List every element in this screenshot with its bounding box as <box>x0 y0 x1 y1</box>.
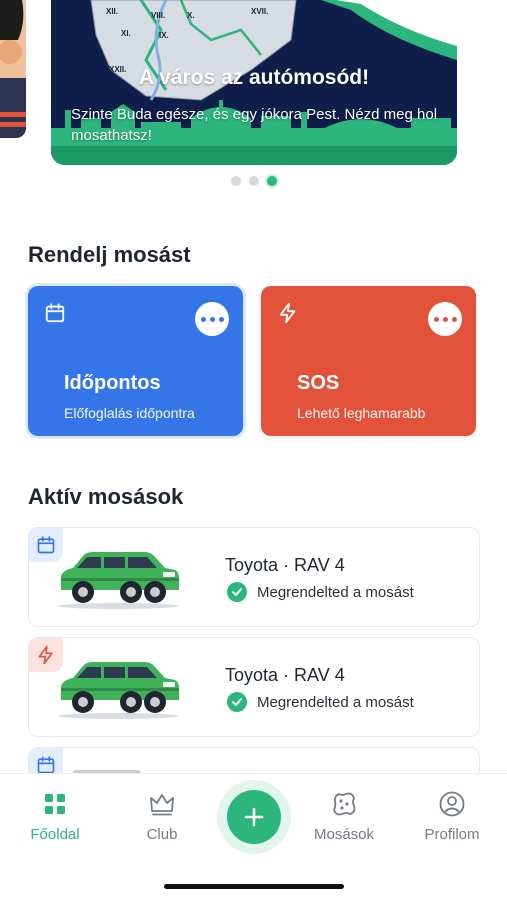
active-wash-item[interactable]: Toyota · RAV 4 Megrendelted a mosást <box>28 637 480 737</box>
calendar-icon <box>37 756 55 774</box>
scheduled-card-subtitle: Előfoglalás időpontra <box>64 405 195 421</box>
car-illustration <box>58 662 179 719</box>
nav-item-club[interactable]: Club <box>117 790 207 843</box>
check-icon <box>227 582 247 602</box>
scheduled-order-card[interactable]: Időpontos Előfoglalás időpontra <box>28 286 243 436</box>
dot-icon <box>451 316 457 322</box>
person-illustration <box>0 0 26 138</box>
promo-banner[interactable]: XII. X. XI. IX. VIII. XVII. XXII. A váro… <box>51 0 457 165</box>
carousel-dot[interactable] <box>230 176 241 186</box>
banner-title: A város az autómosód! <box>138 66 370 89</box>
car-name: Toyota · RAV 4 <box>225 665 345 685</box>
dot-icon <box>200 316 206 322</box>
dot-icon <box>218 316 224 322</box>
map-label-xi: XI. <box>121 29 131 38</box>
nav-label: Club <box>146 826 178 843</box>
nav-item-home[interactable]: Főoldal <box>10 790 100 843</box>
active-washes-heading: Aktív mosások <box>28 484 184 509</box>
dot-icon <box>442 316 448 322</box>
map-label-ix: IX. <box>159 31 169 40</box>
sponge-icon <box>333 792 356 816</box>
nav-label: Profilom <box>424 826 480 843</box>
lightning-icon <box>279 302 296 324</box>
carousel-pagination <box>0 176 507 186</box>
more-options-button[interactable] <box>428 302 462 336</box>
home-indicator <box>164 884 344 889</box>
status-text: Megrendelted a mosást <box>257 693 414 711</box>
active-wash-item[interactable]: Toyota · RAV 4 Megrendelted a mosást <box>28 527 480 627</box>
check-icon <box>227 692 247 712</box>
nav-item-profile[interactable]: Profilom <box>407 790 497 843</box>
carousel-dot[interactable] <box>248 176 259 186</box>
car-illustration <box>58 552 179 609</box>
map-label-xvii: XVII. <box>251 7 268 16</box>
sos-order-card[interactable]: SOS Lehető leghamarabb <box>261 286 476 436</box>
status-text: Megrendelted a mosást <box>257 583 414 601</box>
nav-label: Mosások <box>313 826 375 843</box>
nav-label: Főoldal <box>30 826 80 843</box>
carousel-dot-active[interactable] <box>266 176 277 186</box>
wash-status: Megrendelted a mosást <box>227 582 414 602</box>
banner-text: Szinte Buda egésze, és egy jókora Pest. … <box>71 106 438 144</box>
map-label-viii: VIII. <box>151 11 165 20</box>
dot-icon <box>433 316 439 322</box>
dot-icon <box>209 316 215 322</box>
nav-item-washes[interactable]: Mosások <box>299 790 389 843</box>
new-wash-button[interactable] <box>227 790 281 844</box>
wash-status: Megrendelted a mosást <box>227 692 414 712</box>
bottom-navigation: Főoldal Club Mosások Profilom <box>0 773 507 900</box>
grid-icon <box>45 794 65 814</box>
order-heading: Rendelj mosást <box>28 242 191 267</box>
scheduled-card-title: Időpontos <box>64 372 161 394</box>
car-name: Toyota · RAV 4 <box>225 555 345 575</box>
plus-icon <box>244 807 264 827</box>
sos-card-subtitle: Lehető leghamarabb <box>297 405 426 421</box>
map-label-x: X. <box>187 11 195 20</box>
crown-icon <box>150 794 174 816</box>
calendar-icon <box>45 303 65 323</box>
map-label-xii: XII. <box>106 7 118 16</box>
previous-banner-peek[interactable] <box>0 0 26 138</box>
more-options-button[interactable] <box>195 302 229 336</box>
user-icon <box>439 791 465 817</box>
sos-card-title: SOS <box>297 372 340 394</box>
